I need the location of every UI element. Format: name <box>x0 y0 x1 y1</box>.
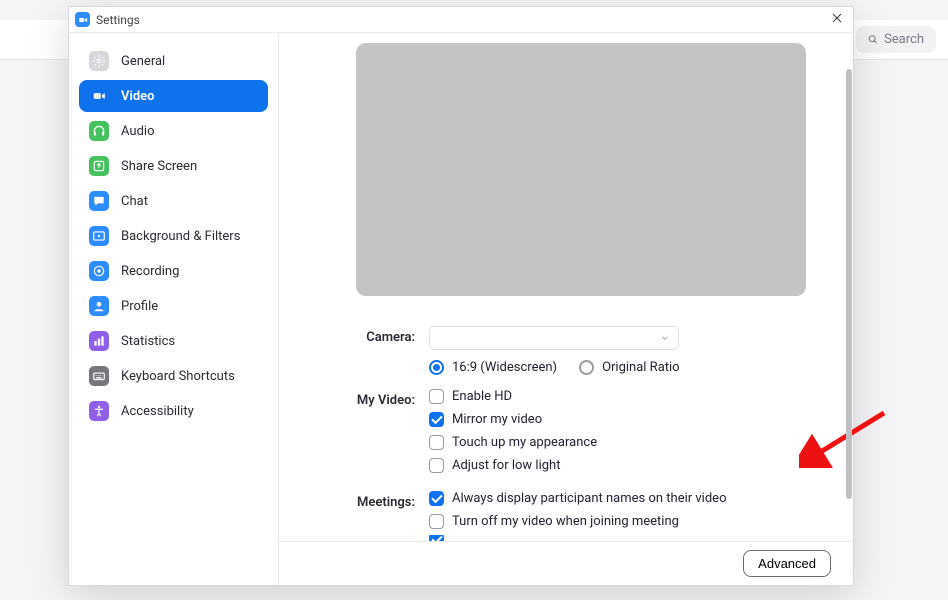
checkbox-icon <box>429 435 444 450</box>
myvideo-label: My Video: <box>339 389 429 408</box>
camera-label: Camera: <box>339 326 429 345</box>
footer: Advanced <box>279 541 853 585</box>
sidebar-item-share-screen[interactable]: Share Screen <box>79 150 268 182</box>
checkbox-icon <box>429 389 444 404</box>
radio-icon <box>429 360 444 375</box>
myvideo-checkbox-0[interactable]: Enable HD <box>429 389 597 404</box>
checkbox-icon <box>429 458 444 473</box>
gear-icon <box>89 51 109 71</box>
checkbox-icon <box>429 412 444 427</box>
sidebar-item-label: Statistics <box>121 334 175 349</box>
sidebar-item-label: Audio <box>121 124 154 139</box>
meetings-checkbox-0[interactable]: Always display participant names on thei… <box>429 491 726 506</box>
chat-icon <box>89 191 109 211</box>
aspect-radio-0[interactable]: 16:9 (Widescreen) <box>429 360 557 375</box>
search-placeholder: Search <box>884 32 924 47</box>
sidebar-item-label: General <box>121 54 165 69</box>
radio-label: 16:9 (Widescreen) <box>452 360 557 375</box>
sidebar-item-label: Recording <box>121 264 179 279</box>
radio-label: Original Ratio <box>602 360 680 375</box>
keyboard-icon <box>89 366 109 386</box>
sidebar-item-recording[interactable]: Recording <box>79 255 268 287</box>
meetings-checkbox-1[interactable]: Turn off my video when joining meeting <box>429 514 726 529</box>
app-icon <box>75 12 90 27</box>
content-scroll[interactable]: Camera: 16:9 (Widescreen)Original Ratio … <box>279 33 853 541</box>
camera-dropdown[interactable] <box>429 326 679 350</box>
sidebar-item-label: Keyboard Shortcuts <box>121 369 235 384</box>
myvideo-checkbox-3[interactable]: Adjust for low light <box>429 458 597 473</box>
stats-icon <box>89 331 109 351</box>
video-icon <box>89 86 109 106</box>
sidebar-item-label: Accessibility <box>121 404 194 419</box>
search-icon <box>868 33 878 46</box>
checkbox-label: Touch up my appearance <box>452 435 597 450</box>
sidebar-item-profile[interactable]: Profile <box>79 290 268 322</box>
checkbox-label: Turn off my video when joining meeting <box>452 514 679 529</box>
recording-icon <box>89 261 109 281</box>
close-button[interactable] <box>827 10 847 30</box>
search-input[interactable]: Search <box>856 26 936 53</box>
accessibility-icon <box>89 401 109 421</box>
sidebar-item-background-filters[interactable]: Background & Filters <box>79 220 268 252</box>
sidebar-item-audio[interactable]: Audio <box>79 115 268 147</box>
sidebar-item-statistics[interactable]: Statistics <box>79 325 268 357</box>
settings-window: Settings General Video Audio Share Screen Ch… <box>68 6 854 586</box>
sidebar-item-keyboard-shortcuts[interactable]: Keyboard Shortcuts <box>79 360 268 392</box>
checkbox-label: Adjust for low light <box>452 458 560 473</box>
checkbox-icon <box>429 514 444 529</box>
sidebar-item-label: Video <box>121 89 155 104</box>
aspect-radio-1[interactable]: Original Ratio <box>579 360 680 375</box>
share-icon <box>89 156 109 176</box>
sidebar-item-accessibility[interactable]: Accessibility <box>79 395 268 427</box>
titlebar: Settings <box>69 7 853 33</box>
close-icon <box>831 12 843 24</box>
sidebar: General Video Audio Share Screen Chat Backgro… <box>69 33 279 585</box>
sidebar-item-chat[interactable]: Chat <box>79 185 268 217</box>
advanced-button[interactable]: Advanced <box>743 550 831 577</box>
radio-icon <box>579 360 594 375</box>
myvideo-checkbox-2[interactable]: Touch up my appearance <box>429 435 597 450</box>
headset-icon <box>89 121 109 141</box>
video-preview <box>356 43 806 296</box>
meetings-label: Meetings: <box>339 491 429 510</box>
sidebar-item-label: Share Screen <box>121 159 197 174</box>
bg-icon <box>89 226 109 246</box>
checkbox-label: Mirror my video <box>452 412 542 427</box>
checkbox-icon <box>429 491 444 506</box>
sidebar-item-label: Chat <box>121 194 148 209</box>
sidebar-item-label: Profile <box>121 299 158 314</box>
sidebar-item-label: Background & Filters <box>121 229 240 244</box>
sidebar-item-video[interactable]: Video <box>79 80 268 112</box>
sidebar-item-general[interactable]: General <box>79 45 268 77</box>
chevron-down-icon <box>660 333 670 343</box>
checkbox-label: Enable HD <box>452 389 512 404</box>
content-pane: Camera: 16:9 (Widescreen)Original Ratio … <box>279 33 853 585</box>
checkbox-label: Always display participant names on thei… <box>452 491 726 506</box>
scrollbar[interactable] <box>846 69 852 499</box>
myvideo-checkbox-1[interactable]: Mirror my video <box>429 412 597 427</box>
profile-icon <box>89 296 109 316</box>
window-title: Settings <box>96 13 140 27</box>
